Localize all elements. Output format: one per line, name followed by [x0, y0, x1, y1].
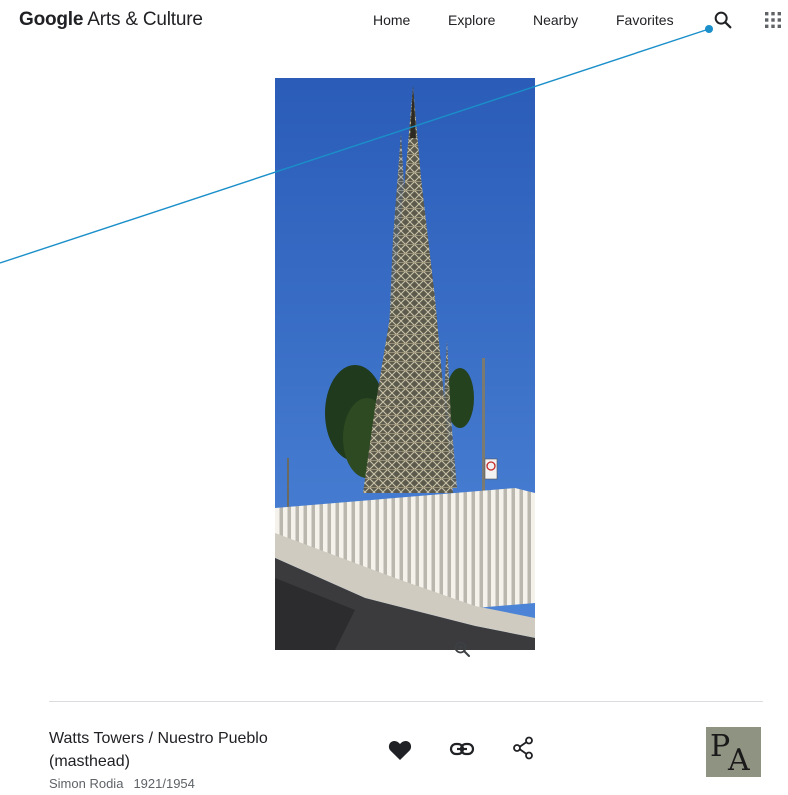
- partner-logo[interactable]: P A: [706, 727, 761, 777]
- artwork-image[interactable]: [275, 78, 535, 650]
- artwork-date: 1921/1954: [133, 776, 195, 791]
- top-bar: Google Arts & Culture Home Explore Nearb…: [0, 0, 788, 42]
- nav-nearby[interactable]: Nearby: [533, 12, 578, 28]
- logo-arts-culture: Arts & Culture: [83, 9, 203, 30]
- nav-favorites[interactable]: Favorites: [616, 12, 674, 28]
- site-logo[interactable]: Google Arts & Culture: [19, 9, 203, 31]
- artwork-title[interactable]: Watts Towers / Nuestro Pueblo (masthead): [49, 727, 309, 773]
- artwork-illustration: [275, 78, 535, 650]
- nav-home[interactable]: Home: [373, 12, 410, 28]
- search-icon[interactable]: [712, 9, 734, 31]
- copy-link-icon[interactable]: [449, 739, 475, 759]
- favorite-heart-icon[interactable]: [388, 739, 412, 761]
- nav-explore[interactable]: Explore: [448, 12, 495, 28]
- apps-grid-icon[interactable]: [764, 11, 782, 29]
- divider: [49, 701, 763, 702]
- share-icon[interactable]: [512, 736, 534, 760]
- artwork-creator[interactable]: Simon Rodia: [49, 776, 123, 791]
- zoom-in-icon[interactable]: [453, 640, 471, 658]
- artwork-meta: Simon Rodia 1921/1954: [49, 776, 195, 791]
- logo-google: Google: [19, 9, 84, 30]
